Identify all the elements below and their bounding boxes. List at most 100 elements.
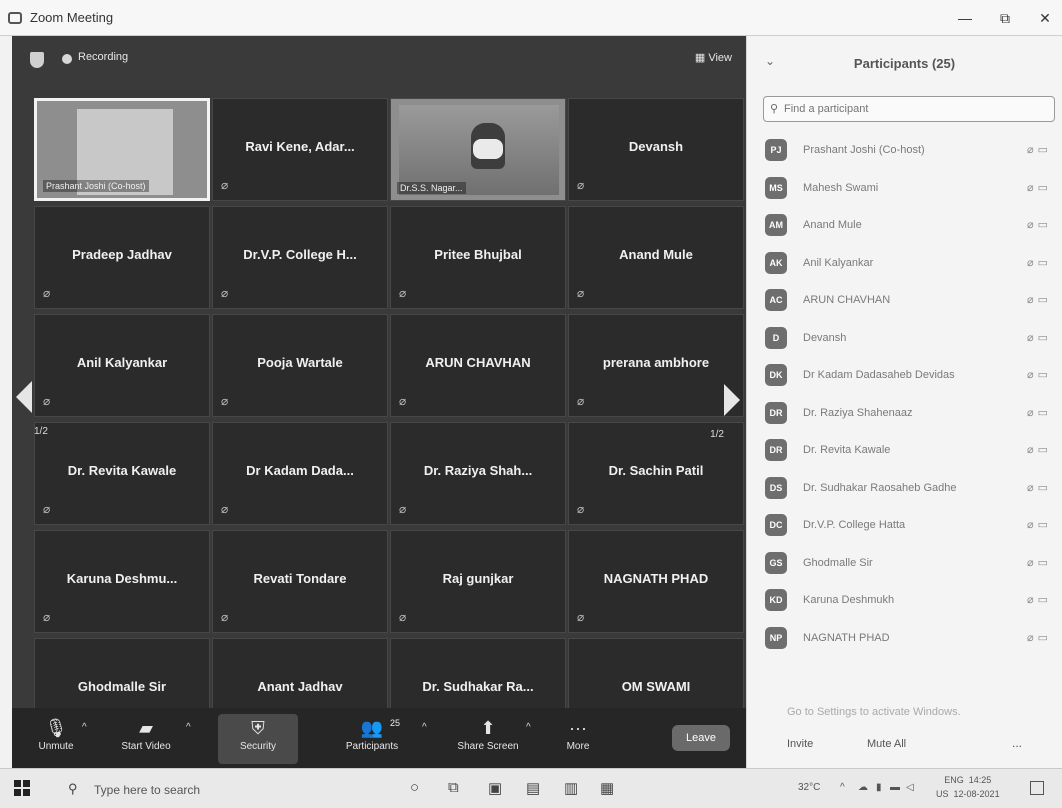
taskbar-search[interactable]: ⚲ Type here to search	[48, 773, 378, 805]
participant-row[interactable]: AC ARUN CHAVHAN ⌀▭	[747, 283, 1062, 321]
video-tile[interactable]: Dr.S.S. Nagar...	[390, 98, 566, 201]
participants-title: Participants (25)	[853, 56, 956, 71]
network-icon[interactable]: ▬	[890, 782, 900, 793]
mute-all-button[interactable]: Mute All	[867, 738, 906, 750]
tile-participant-name: Dr. Sudhakar Ra...	[422, 679, 534, 694]
battery-icon[interactable]: ▮	[876, 782, 882, 793]
participant-row[interactable]: DR Dr. Revita Kawale ⌀▭	[747, 433, 1062, 471]
video-tile[interactable]: Karuna Deshmu... ⌀	[34, 530, 210, 633]
video-tile[interactable]: Prashant Joshi (Co-host)	[34, 98, 210, 201]
participants-caret-icon[interactable]: ^	[422, 722, 427, 733]
mic-camera-status-icon: ⌀▭	[1026, 406, 1052, 419]
share-caret-icon[interactable]: ^	[526, 722, 531, 733]
next-page-icon[interactable]	[724, 384, 740, 416]
show-hidden-icons-icon[interactable]: ^	[840, 782, 845, 793]
app-icon[interactable]: ▥	[564, 779, 578, 797]
participant-row[interactable]: DK Dr Kadam Dadasaheb Devidas ⌀▭	[747, 358, 1062, 396]
cortana-icon[interactable]: ○	[410, 779, 419, 796]
close-button[interactable]: ✕	[1030, 6, 1060, 30]
security-label: Security	[239, 741, 277, 752]
panel-more-button[interactable]: ...	[1012, 736, 1022, 750]
video-tile[interactable]: Pritee Bhujbal ⌀	[390, 206, 566, 309]
video-tile[interactable]: NAGNATH PHAD ⌀	[568, 530, 744, 633]
participant-search-input[interactable]	[784, 101, 1044, 117]
minimize-button[interactable]: —	[950, 6, 980, 30]
avatar: AM	[765, 214, 787, 236]
windows-taskbar: ⚲ Type here to search ○ ⧉ ▣ ▤ ▥ ▦ 32°C ^…	[0, 768, 1062, 808]
volume-icon[interactable]: ◁	[906, 782, 914, 793]
video-tile[interactable]: Raj gunjkar ⌀	[390, 530, 566, 633]
zoom-taskbar-icon[interactable]: ▣	[488, 779, 502, 797]
mic-camera-status-icon: ⌀▭	[1026, 294, 1052, 306]
tile-participant-name: Anant Jadhav	[257, 679, 343, 694]
video-tile[interactable]: Revati Tondare ⌀	[212, 530, 388, 633]
audio-options-caret-icon[interactable]: ^	[82, 722, 87, 733]
windows-activation-watermark: Go to Settings to activate Windows.	[787, 706, 961, 718]
participant-name: Mahesh Swami	[803, 181, 879, 194]
mic-camera-status-icon: ⌀▭	[1026, 594, 1052, 606]
tile-participant-name: Anil Kalyankar	[76, 355, 168, 370]
mic-camera-status-icon: ⌀▭	[1026, 631, 1052, 644]
video-off-icon: ▰	[139, 718, 153, 738]
app-icon-2[interactable]: ▦	[600, 779, 614, 797]
video-tile[interactable]: Devansh ⌀	[568, 98, 744, 201]
video-options-caret-icon[interactable]: ^	[186, 722, 191, 733]
tile-participant-name: Pritee Bhujbal	[434, 247, 522, 262]
avatar: DK	[765, 364, 787, 386]
video-tile[interactable]: Dr.V.P. College H... ⌀	[212, 206, 388, 309]
participant-row[interactable]: NP NAGNATH PHAD ⌀▭	[747, 621, 1062, 659]
participant-row[interactable]: MS Mahesh Swami ⌀▭	[747, 171, 1062, 209]
mic-camera-status-icon: ⌀▭	[1026, 481, 1052, 494]
tile-participant-name: Devansh	[628, 139, 684, 154]
participant-search[interactable]: ⚲	[763, 96, 1055, 122]
cloud-icon[interactable]: ☁	[858, 782, 868, 793]
participant-row[interactable]: DS Dr. Sudhakar Raosaheb Gadhe ⌀▭	[747, 471, 1062, 509]
language-bottom: US	[936, 789, 949, 799]
mic-camera-status-icon: ⌀▭	[1026, 219, 1052, 231]
view-button[interactable]: ▦ View	[695, 51, 732, 64]
notifications-icon[interactable]	[1030, 781, 1044, 795]
taskbar-clock[interactable]: ENG 14:25 US 12-08-2021	[936, 773, 1000, 801]
task-view-icon[interactable]: ⧉	[448, 779, 459, 796]
meeting-top-bar: Recording ▦ View	[12, 36, 746, 80]
participant-row[interactable]: D Devansh ⌀▭	[747, 321, 1062, 359]
leave-button[interactable]: Leave	[672, 725, 730, 751]
video-tile[interactable]: Dr Kadam Dada... ⌀	[212, 422, 388, 525]
invite-button[interactable]: Invite	[787, 738, 813, 750]
participant-row[interactable]: KD Karuna Deshmukh ⌀▭	[747, 583, 1062, 621]
windows-start-icon[interactable]	[14, 780, 30, 796]
muted-mic-icon: ⌀	[577, 502, 585, 516]
video-tile[interactable]: Ravi Kene, Adar... ⌀	[212, 98, 388, 201]
clock-date: 12-08-2021	[953, 789, 1000, 799]
video-tile[interactable]: Pradeep Jadhav ⌀	[34, 206, 210, 309]
more-button[interactable]: ··· More	[538, 714, 618, 764]
participant-name: Dr. Revita Kawale	[803, 444, 891, 456]
participant-row[interactable]: PJ Prashant Joshi (Co-host) ⌀▭	[747, 133, 1062, 171]
video-tile[interactable]: Anand Mule ⌀	[568, 206, 744, 309]
restore-button[interactable]: ⧉	[990, 6, 1020, 30]
video-tile[interactable]: Anil Kalyankar ⌀	[34, 314, 210, 417]
weather-temperature[interactable]: 32°C	[798, 782, 820, 793]
file-explorer-icon[interactable]: ▤	[526, 779, 540, 797]
language-top: ENG	[944, 775, 964, 785]
video-tile[interactable]: Dr. Revita Kawale ⌀	[34, 422, 210, 525]
participant-row[interactable]: DC Dr.V.P. College Hatta ⌀▭	[747, 508, 1062, 546]
muted-mic-icon: ⌀	[221, 502, 229, 516]
previous-page-icon[interactable]	[16, 381, 32, 413]
muted-mic-icon: ⌀	[43, 286, 51, 300]
share-screen-button[interactable]: ⬆ Share Screen	[448, 714, 528, 764]
video-tile[interactable]: ARUN CHAVHAN ⌀	[390, 314, 566, 417]
shield-icon[interactable]	[30, 52, 44, 68]
participant-row[interactable]: AK Anil Kalyankar ⌀▭	[747, 246, 1062, 284]
start-video-button[interactable]: ▰ Start Video	[106, 714, 186, 764]
security-button[interactable]: ⛨ Security	[218, 714, 298, 764]
video-tile[interactable]: Dr. Raziya Shah... ⌀	[390, 422, 566, 525]
participant-row[interactable]: AM Anand Mule ⌀▭	[747, 208, 1062, 246]
avatar: NP	[765, 626, 787, 649]
video-tile[interactable]: Pooja Wartale ⌀	[212, 314, 388, 417]
video-tile[interactable]: prerana ambhore ⌀	[568, 314, 744, 417]
tile-participant-name: Dr. Raziya Shah...	[423, 463, 533, 478]
participant-row[interactable]: GS Ghodmalle Sir ⌀▭	[747, 546, 1062, 584]
muted-mic-icon: ⌀	[221, 610, 229, 624]
participant-row[interactable]: DR Dr. Raziya Shahenaaz ⌀▭	[747, 396, 1062, 434]
